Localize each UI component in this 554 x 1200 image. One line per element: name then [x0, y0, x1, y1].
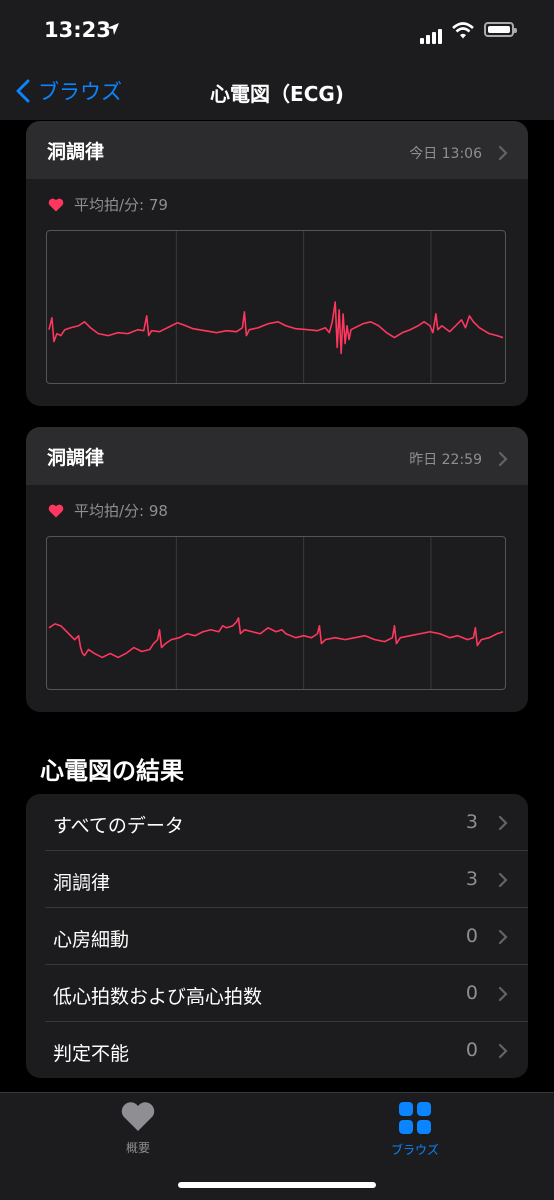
recording-date: 昨日 22:59 — [409, 452, 482, 468]
heart-icon — [48, 198, 64, 211]
row-count: 0 — [465, 925, 478, 947]
row-label: 洞調律 — [53, 872, 111, 894]
chevron-right-icon — [498, 1043, 508, 1059]
navigation-bar: ブラウズ 心電図（ECG) — [0, 62, 554, 120]
row-label: すべてのデータ — [53, 815, 184, 837]
results-row-low-high-heart-rate[interactable]: 低心拍数および高心拍数 0 — [26, 965, 528, 1022]
tab-summary[interactable]: 概要 — [78, 1101, 198, 1156]
recording-classification: 洞調律 — [47, 447, 105, 469]
recording-header[interactable]: 洞調律 今日 13:06 — [26, 121, 528, 179]
results-row-sinus-rhythm[interactable]: 洞調律 3 — [26, 851, 528, 908]
ecg-trace — [48, 301, 504, 355]
recording-header[interactable]: 洞調律 昨日 22:59 — [26, 427, 528, 485]
ecg-waveform-chart — [46, 230, 506, 384]
row-label: 低心拍数および高心拍数 — [53, 986, 263, 1008]
row-label: 心房細動 — [53, 929, 130, 951]
tab-label: ブラウズ — [390, 1143, 439, 1157]
row-count: 0 — [465, 1039, 478, 1061]
average-bpm: 平均拍/分: 79 — [48, 194, 168, 215]
chevron-right-icon — [498, 815, 508, 831]
average-bpm-label: 平均拍/分: 98 — [74, 502, 168, 520]
recording-date: 今日 13:06 — [409, 146, 482, 162]
results-row-all-data[interactable]: すべてのデータ 3 — [26, 794, 528, 851]
page-title: 心電図（ECG) — [210, 82, 344, 106]
ecg-recording-card[interactable]: 洞調律 今日 13:06 平均拍/分: 79 — [26, 121, 528, 406]
row-count: 0 — [465, 982, 478, 1004]
chevron-right-icon — [498, 145, 508, 161]
average-bpm-label: 平均拍/分: 79 — [74, 196, 168, 214]
results-row-atrial-fibrillation[interactable]: 心房細動 0 — [26, 908, 528, 965]
results-list: すべてのデータ 3 洞調律 3 心房細動 0 低心拍数および高心拍数 0 判定不… — [26, 794, 528, 1078]
home-indicator[interactable] — [178, 1182, 376, 1188]
ecg-recording-card[interactable]: 洞調律 昨日 22:59 平均拍/分: 98 — [26, 427, 528, 712]
row-count: 3 — [465, 811, 478, 833]
recording-classification: 洞調律 — [47, 141, 105, 163]
heart-icon — [48, 504, 64, 517]
location-arrow-icon — [107, 23, 119, 35]
results-section-title: 心電図の結果 — [40, 757, 184, 785]
row-label: 判定不能 — [53, 1043, 130, 1065]
ecg-trace — [48, 617, 504, 659]
row-count: 3 — [465, 868, 478, 890]
average-bpm: 平均拍/分: 98 — [48, 500, 168, 521]
status-bar: 13:23 — [0, 0, 554, 62]
tab-label: 概要 — [125, 1141, 150, 1155]
cellular-signal-icon — [420, 25, 444, 44]
battery-icon — [484, 22, 517, 37]
chevron-right-icon — [498, 451, 508, 467]
wifi-icon — [452, 22, 474, 39]
chevron-right-icon — [498, 986, 508, 1002]
tab-browse[interactable]: ブラウズ — [355, 1101, 475, 1158]
heart-icon — [121, 1102, 155, 1131]
grid-icon — [399, 1102, 431, 1134]
chevron-right-icon — [498, 929, 508, 945]
status-time: 13:23 — [44, 18, 111, 42]
results-row-inconclusive[interactable]: 判定不能 0 — [26, 1022, 528, 1078]
chevron-right-icon — [498, 872, 508, 888]
ecg-waveform-chart — [46, 536, 506, 690]
